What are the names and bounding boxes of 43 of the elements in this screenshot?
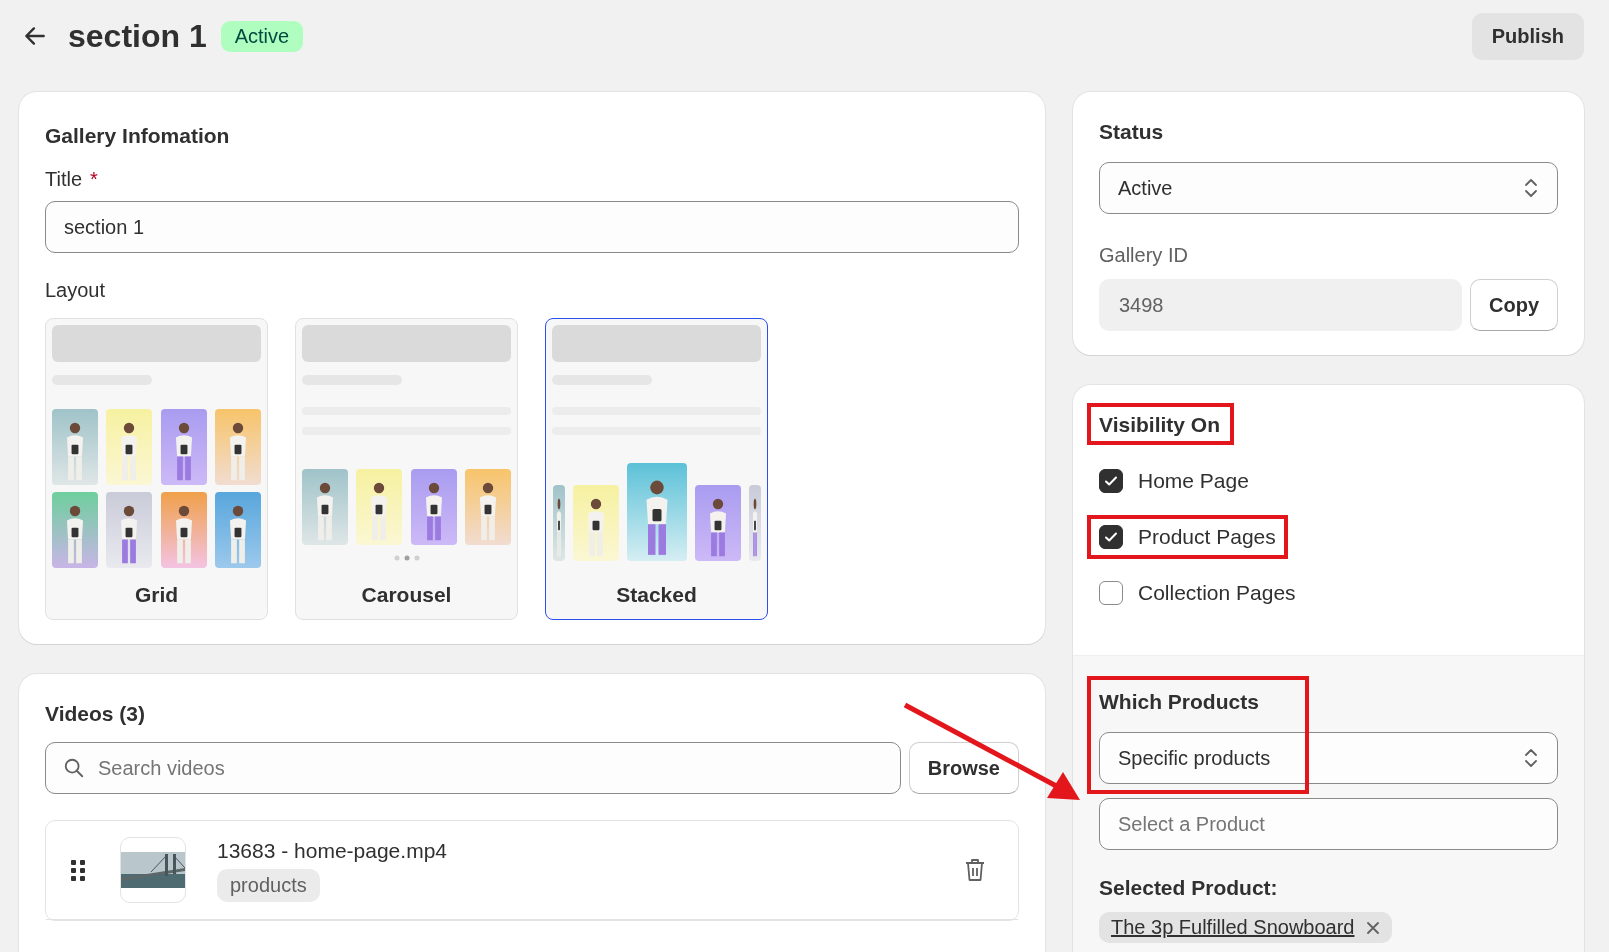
layout-label: Grid (134, 583, 179, 608)
pagination-dots-icon (392, 555, 421, 561)
search-field[interactable]: Search videos (45, 742, 901, 794)
gallery-id-field: 3498 (1099, 279, 1462, 331)
publish-button[interactable]: Publish (1471, 12, 1584, 60)
chevron-updown-icon (1523, 176, 1539, 200)
status-select[interactable]: Active (1099, 162, 1558, 214)
layout-option[interactable]: Stacked (545, 318, 768, 620)
checkbox[interactable] (1099, 525, 1123, 549)
checkbox[interactable] (1099, 469, 1123, 493)
selected-label: Selected Product: (1099, 876, 1279, 900)
close-icon[interactable] (1366, 920, 1381, 935)
visibility-option[interactable]: Collection Pages (1087, 571, 1308, 615)
section-heading: Which Products (1099, 690, 1260, 714)
checkbox[interactable] (1099, 581, 1123, 605)
layout-label: Carousel (361, 583, 452, 608)
card-heading: Visibility On (1087, 403, 1234, 445)
video-filename: 13683 - home-page.mp4 (217, 838, 447, 863)
chevron-updown-icon (1523, 746, 1539, 770)
page-title: section 1 (68, 17, 207, 55)
field-label: Title (45, 168, 83, 191)
status-badge: Active (220, 20, 304, 52)
layout-option[interactable]: Grid (45, 318, 268, 620)
visibility-option[interactable]: Home Page (1087, 459, 1261, 503)
visibility-option[interactable]: Product Pages (1087, 515, 1288, 559)
video-tag: products (217, 868, 320, 902)
field-label: Gallery ID (1099, 244, 1188, 266)
layout-option[interactable]: Carousel (295, 318, 518, 620)
card-heading: Gallery Infomation (45, 124, 231, 148)
drag-handle-icon[interactable] (70, 858, 86, 882)
product-field[interactable]: Select a Product (1099, 798, 1558, 850)
field-label: Layout (45, 279, 106, 302)
search-icon (63, 757, 85, 779)
copy-button[interactable]: Copy (1470, 279, 1558, 331)
browse-button[interactable]: Browse (908, 742, 1019, 794)
product-link[interactable]: The 3p Fulfilled Snowboard (1111, 916, 1355, 939)
card-heading: Videos (3) (45, 702, 146, 726)
card-heading: Status (1099, 120, 1165, 144)
layout-label: Stacked (616, 583, 697, 608)
required-mark: * (90, 168, 98, 190)
delete-icon[interactable] (964, 858, 986, 882)
products-select[interactable]: Specific products (1099, 732, 1558, 784)
title-field[interactable]: section 1 (45, 201, 1019, 253)
